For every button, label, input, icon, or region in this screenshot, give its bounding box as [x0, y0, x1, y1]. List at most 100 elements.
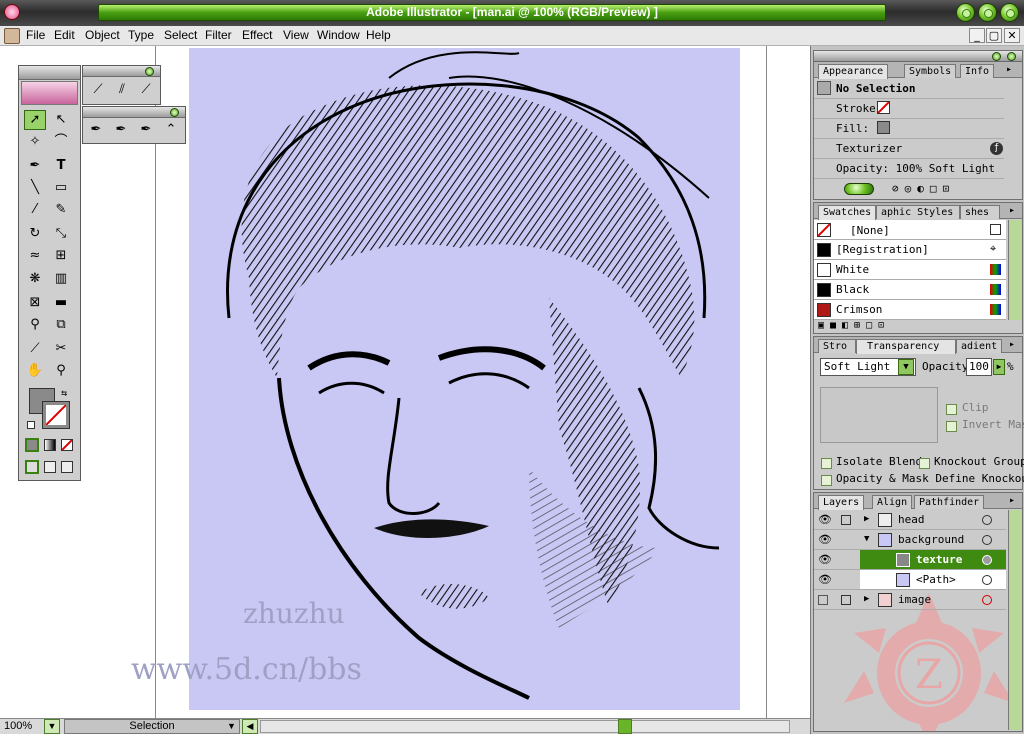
- status-tool-display[interactable]: Selection: [64, 719, 240, 734]
- horizontal-scrollbar[interactable]: [260, 720, 790, 733]
- swatch-row[interactable]: [None]: [814, 220, 1006, 240]
- layer-row-path[interactable]: 👁 <Path>: [814, 570, 1006, 590]
- panel-close-icon[interactable]: [1007, 52, 1016, 61]
- direct-selection-tool-icon[interactable]: ↖: [50, 110, 72, 130]
- visibility-eye-icon[interactable]: 👁: [818, 570, 832, 589]
- swatch-row[interactable]: Crimson: [814, 300, 1006, 320]
- tab-align[interactable]: Align: [872, 495, 913, 509]
- stroke-color-box[interactable]: [42, 401, 70, 429]
- blend-dropdown-chevron-icon[interactable]: ▼: [898, 359, 914, 375]
- pencil-panel-header[interactable]: [83, 66, 160, 77]
- type-tool-icon[interactable]: T: [50, 156, 72, 176]
- status-menu-arrow-icon[interactable]: ▼: [227, 721, 236, 731]
- appearance-opacity-row[interactable]: Opacity: 100% Soft Light: [814, 159, 1004, 179]
- tab-symbols[interactable]: Symbols: [904, 64, 957, 78]
- panel-collapse-icon[interactable]: [170, 108, 179, 117]
- rotate-tool-icon[interactable]: ↻: [24, 224, 46, 244]
- hand-tool-icon[interactable]: ✋: [24, 361, 46, 381]
- appearance-footer-icons[interactable]: ⊘◎◐□⊡: [892, 182, 955, 195]
- swatch-row[interactable]: [Registration]: [814, 240, 1006, 260]
- target-circle-icon[interactable]: [982, 515, 992, 525]
- symbol-sprayer-tool-icon[interactable]: ❋: [24, 269, 46, 289]
- pencil-icon[interactable]: ⟋: [87, 80, 109, 100]
- document-canvas[interactable]: zhuzhu www.5d.cn/bbs: [0, 46, 810, 718]
- swatches-scrollbar[interactable]: [1008, 220, 1022, 320]
- new-art-basic-appearance-icon[interactable]: [844, 183, 874, 195]
- tab-brushes[interactable]: shes: [960, 205, 1000, 219]
- smooth-tool-icon[interactable]: ⫽: [111, 80, 133, 100]
- layer-row-image[interactable]: ▶ image: [814, 590, 1006, 610]
- toolbox-header[interactable]: [19, 66, 80, 80]
- appearance-panel-header[interactable]: [814, 51, 1022, 62]
- panel-menu-icon[interactable]: ▸: [1009, 495, 1015, 506]
- pencil-tool-icon[interactable]: ✎: [50, 200, 72, 220]
- none-mode-icon[interactable]: [61, 439, 73, 451]
- layer-row-texture[interactable]: 👁 texture: [814, 550, 1006, 570]
- menu-type[interactable]: Type: [128, 28, 154, 42]
- full-screen-menu-mode-icon[interactable]: [44, 461, 56, 473]
- gradient-mode-icon[interactable]: [44, 439, 56, 451]
- artboard[interactable]: zhuzhu www.5d.cn/bbs: [131, 48, 740, 710]
- visibility-eye-icon[interactable]: 👁: [818, 530, 832, 549]
- tab-gradient[interactable]: adient: [956, 339, 1002, 353]
- lasso-tool-icon[interactable]: ⌒: [50, 132, 72, 152]
- zoom-dropdown-icon[interactable]: ▼: [44, 719, 60, 734]
- target-circle-icon[interactable]: [982, 595, 992, 605]
- menu-effect[interactable]: Effect: [242, 28, 272, 42]
- scissors-tool-icon[interactable]: ✂: [50, 339, 72, 359]
- swatch-row[interactable]: Black: [814, 280, 1006, 300]
- menu-select[interactable]: Select: [164, 28, 197, 42]
- effect-fx-icon[interactable]: ƒ: [990, 142, 1003, 155]
- scale-tool-icon[interactable]: ⤡: [50, 224, 72, 244]
- expand-triangle-icon[interactable]: ▶: [864, 510, 869, 529]
- lock-icon[interactable]: [841, 595, 851, 605]
- minimize-window-button[interactable]: [956, 3, 975, 22]
- layer-row-head[interactable]: 👁 ▶ head: [814, 510, 1006, 530]
- swatches-footer-icons[interactable]: ▣■◧⊞□⊡: [814, 320, 1022, 334]
- menu-window[interactable]: Window: [317, 28, 360, 42]
- layer-row-background[interactable]: 👁 ▼ background: [814, 530, 1006, 550]
- menu-view[interactable]: View: [283, 28, 309, 42]
- pen-panel-header[interactable]: [83, 107, 185, 118]
- layers-scrollbar[interactable]: [1008, 510, 1022, 730]
- appearance-fill-row[interactable]: Fill:: [814, 119, 1004, 139]
- invert-mask-checkbox[interactable]: [946, 421, 957, 432]
- normal-screen-mode-icon[interactable]: [25, 460, 39, 474]
- slice-tool-icon[interactable]: ⟋: [24, 339, 46, 359]
- free-transform-tool-icon[interactable]: ⊞: [50, 246, 72, 266]
- tab-graphic-styles[interactable]: aphic Styles: [876, 205, 960, 219]
- color-mode-icon[interactable]: [25, 438, 39, 452]
- tab-transparency[interactable]: Transparency: [856, 339, 956, 354]
- tab-swatches[interactable]: Swatches: [818, 205, 877, 220]
- appearance-effect-row[interactable]: Texturizer: [814, 139, 1004, 159]
- panel-collapse-icon[interactable]: [145, 67, 154, 76]
- document-icon[interactable]: [4, 28, 20, 44]
- expand-triangle-icon[interactable]: ▼: [864, 530, 869, 549]
- knockout-group-checkbox[interactable]: [919, 458, 930, 469]
- scroll-left-icon[interactable]: ◀: [242, 719, 258, 734]
- visibility-eye-icon[interactable]: 👁: [818, 510, 832, 529]
- maximize-window-button[interactable]: [978, 3, 997, 22]
- doc-restore-button[interactable]: ▢: [986, 28, 1002, 43]
- selection-tool-icon[interactable]: ➚: [24, 110, 46, 130]
- clip-checkbox[interactable]: [946, 404, 957, 415]
- zoom-tool-icon[interactable]: ⚲: [50, 361, 72, 381]
- line-tool-icon[interactable]: ╲: [24, 178, 46, 198]
- default-colors-icon[interactable]: [27, 421, 35, 429]
- doc-minimize-button[interactable]: _: [969, 28, 985, 43]
- add-anchor-point-icon[interactable]: ✒: [110, 120, 132, 140]
- full-screen-mode-icon[interactable]: [61, 461, 73, 473]
- erase-tool-icon[interactable]: ⟋: [135, 80, 157, 100]
- paintbrush-tool-icon[interactable]: ⁄: [24, 200, 46, 220]
- delete-anchor-point-icon[interactable]: ✒: [135, 120, 157, 140]
- panel-menu-icon[interactable]: ▸: [1009, 205, 1015, 216]
- opacity-slider-arrow-icon[interactable]: ▶: [993, 359, 1005, 375]
- rectangle-tool-icon[interactable]: ▭: [50, 178, 72, 198]
- blend-tool-icon[interactable]: ⧉: [50, 315, 72, 335]
- mesh-tool-icon[interactable]: ⊠: [24, 293, 46, 313]
- pen-tool-icon[interactable]: ✒: [24, 156, 46, 176]
- lock-icon[interactable]: [841, 515, 851, 525]
- swap-colors-icon[interactable]: ⇆: [61, 388, 67, 399]
- isolate-blend-checkbox[interactable]: [821, 458, 832, 469]
- tab-appearance[interactable]: Appearance: [818, 64, 889, 79]
